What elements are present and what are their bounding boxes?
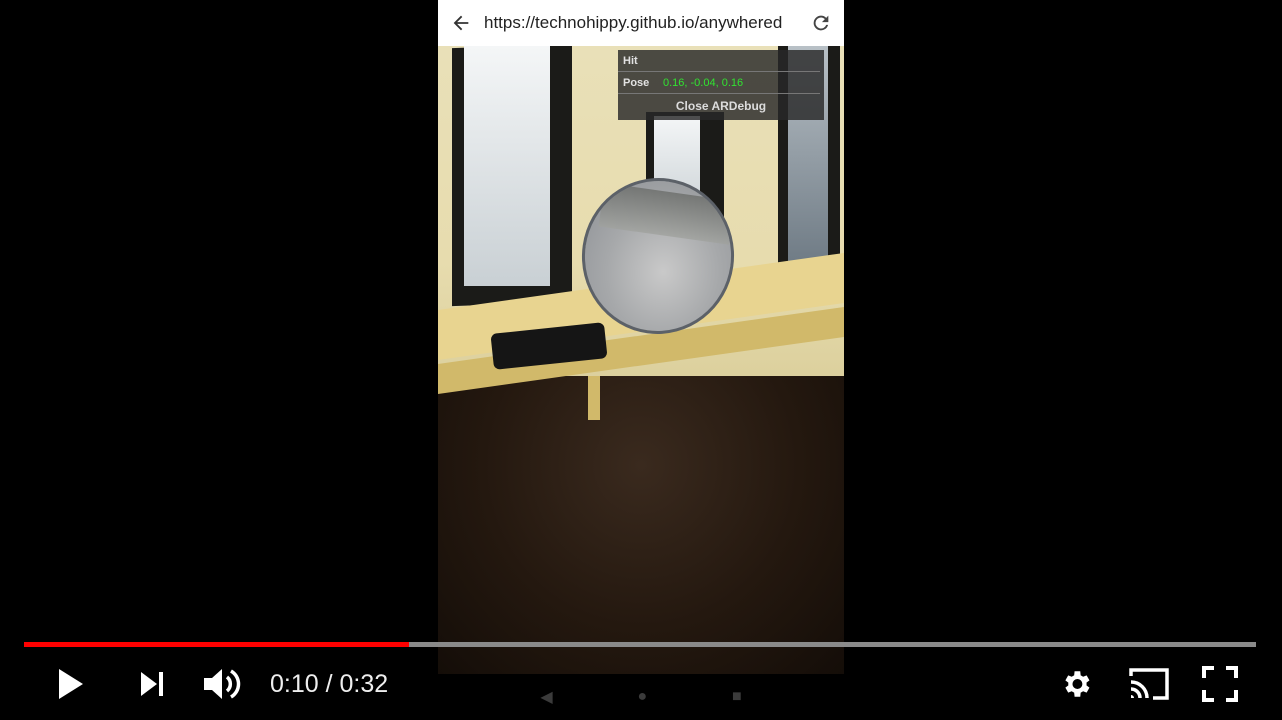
reload-icon[interactable] [798,0,844,46]
progress-bar[interactable] [24,642,1256,647]
cast-icon[interactable] [1126,664,1172,704]
player-controls: 0:10 / 0:32 [0,650,1282,720]
ar-camera-view[interactable] [438,46,844,674]
gear-icon[interactable] [1056,664,1096,704]
pose-label: Pose [623,76,650,89]
ardebug-hit-row: Hit [618,50,820,72]
close-ardebug-button[interactable]: Close ARDebug [618,94,824,118]
address-bar[interactable]: https://technohippy.github.io/anywhered [484,13,798,33]
browser-toolbar: https://technohippy.github.io/anywhered [438,0,844,46]
pose-value: 0.16, -0.04, 0.16 [663,76,744,89]
ardebug-panel: Hit Pose 0.16, -0.04, 0.16 Close ARDebug [618,50,824,120]
volume-icon[interactable] [200,662,244,706]
time-display: 0:10 / 0:32 [270,670,389,698]
arrow-back-icon[interactable] [438,0,484,46]
fullscreen-icon[interactable] [1200,664,1240,704]
bench-leg [588,376,600,420]
skip-next-icon[interactable] [134,664,170,704]
carpet-floor [438,376,844,674]
window-pane-left [464,46,550,286]
phone-screen: https://technohippy.github.io/anywhered … [438,0,844,720]
hit-label: Hit [623,54,638,67]
ardebug-pose-row: Pose 0.16, -0.04, 0.16 [618,72,820,94]
play-icon[interactable] [50,664,90,704]
progress-played [24,642,409,647]
